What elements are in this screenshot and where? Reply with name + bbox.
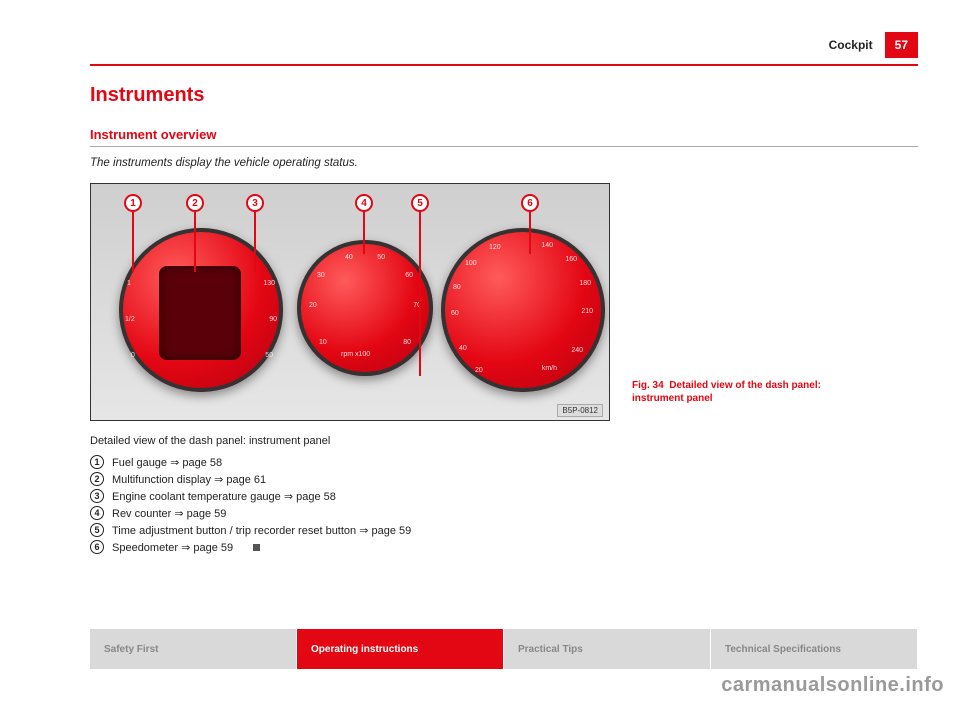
legend-item-2: 2 Multifunction display ⇒ page 61 — [90, 472, 918, 486]
callout-1-line — [132, 212, 134, 272]
tab-technical-specifications[interactable]: Technical Specifications — [711, 629, 918, 669]
tab-safety-first[interactable]: Safety First — [90, 629, 297, 669]
detailed-description: Detailed view of the dash panel: instrum… — [90, 435, 918, 447]
legend-num-2: 2 — [90, 472, 104, 486]
figure-row: 1 2 3 4 5 6 1 1/2 0 130 90 50 — [90, 183, 918, 421]
legend-text-6: Speedometer ⇒ page 59 — [112, 541, 233, 554]
rpm-30: 30 — [317, 272, 325, 279]
rev-counter-dial: 10 20 30 40 50 60 70 80 rpm x100 — [297, 240, 433, 376]
rpm-40: 40 — [345, 254, 353, 261]
multifunction-display — [159, 266, 241, 360]
rpm-50: 50 — [377, 254, 385, 261]
kmh-240: 240 — [571, 347, 583, 354]
fuel-tick-0: 0 — [131, 352, 135, 359]
callout-5-line — [419, 212, 421, 376]
end-of-section-icon — [253, 544, 260, 551]
rpm-10: 10 — [319, 339, 327, 346]
temp-tick-130: 130 — [263, 280, 275, 287]
legend-num-4: 4 — [90, 506, 104, 520]
callout-4: 4 — [355, 194, 373, 212]
legend-text-2: Multifunction display ⇒ page 61 — [112, 473, 266, 486]
figure: 1 2 3 4 5 6 1 1/2 0 130 90 50 — [90, 183, 610, 421]
figure-caption-label: Fig. 34 — [632, 380, 664, 391]
kmh-210: 210 — [581, 308, 593, 315]
subsection-title: Instrument overview — [90, 127, 918, 142]
kmh-100: 100 — [465, 260, 477, 267]
header-rule — [90, 64, 918, 66]
callout-2-line — [194, 212, 196, 272]
section-title: Instruments — [90, 84, 918, 107]
kmh-20: 20 — [475, 367, 483, 374]
legend-item-4: 4 Rev counter ⇒ page 59 — [90, 506, 918, 520]
legend-num-5: 5 — [90, 523, 104, 537]
footer-tabs: Safety First Operating instructions Prac… — [90, 629, 918, 669]
legend-text-3: Engine coolant temperature gauge ⇒ page … — [112, 490, 336, 503]
kmh-140: 140 — [541, 242, 553, 249]
chapter-title: Cockpit — [829, 38, 873, 52]
kmh-120: 120 — [489, 244, 501, 251]
speedometer-dial: 20 40 60 80 100 120 140 160 180 210 240 … — [441, 228, 605, 392]
fuel-tick-half: 1/2 — [125, 316, 135, 323]
callout-1: 1 — [124, 194, 142, 212]
rpm-label: rpm x100 — [341, 351, 370, 358]
page-header: Cockpit 57 — [90, 32, 918, 58]
legend-item-1: 1 Fuel gauge ⇒ page 58 — [90, 455, 918, 469]
kmh-180: 180 — [579, 280, 591, 287]
legend-num-1: 1 — [90, 455, 104, 469]
figure-ref-code: B5P-0812 — [557, 404, 603, 417]
legend-item-6: 6 Speedometer ⇒ page 59 — [90, 540, 918, 554]
legend-item-3: 3 Engine coolant temperature gauge ⇒ page… — [90, 489, 918, 503]
callout-2: 2 — [186, 194, 204, 212]
watermark: carmanualsonline.info — [721, 674, 944, 697]
legend-num-6: 6 — [90, 540, 104, 554]
lead-text: The instruments display the vehicle oper… — [90, 157, 918, 169]
figure-caption: Fig. 34 Detailed view of the dash panel:… — [632, 379, 862, 405]
legend-item-5: 5 Time adjustment button / trip recorder … — [90, 523, 918, 537]
kmh-40: 40 — [459, 345, 467, 352]
temp-tick-90: 90 — [269, 316, 277, 323]
callout-3: 3 — [246, 194, 264, 212]
subsection-rule — [90, 146, 918, 147]
legend-text-4: Rev counter ⇒ page 59 — [112, 507, 226, 520]
legend-text-5: Time adjustment button / trip recorder r… — [112, 524, 411, 537]
callout-3-line — [254, 212, 256, 272]
callout-4-line — [363, 212, 365, 254]
fuel-tick-1: 1 — [127, 280, 131, 287]
kmh-60: 60 — [451, 310, 459, 317]
kmh-label: km/h — [542, 365, 557, 372]
legend-num-3: 3 — [90, 489, 104, 503]
callout-6: 6 — [521, 194, 539, 212]
tab-practical-tips[interactable]: Practical Tips — [504, 629, 711, 669]
legend-list: 1 Fuel gauge ⇒ page 58 2 Multifunction dis… — [90, 455, 918, 554]
rpm-80: 80 — [403, 339, 411, 346]
callout-5: 5 — [411, 194, 429, 212]
page-number: 57 — [885, 32, 918, 58]
kmh-160: 160 — [565, 256, 577, 263]
callout-6-line — [529, 212, 531, 254]
kmh-80: 80 — [453, 284, 461, 291]
rpm-60: 60 — [405, 272, 413, 279]
rpm-20: 20 — [309, 302, 317, 309]
legend-text-1: Fuel gauge ⇒ page 58 — [112, 456, 222, 469]
temp-tick-50: 50 — [265, 352, 273, 359]
tab-operating-instructions[interactable]: Operating instructions — [297, 629, 504, 669]
